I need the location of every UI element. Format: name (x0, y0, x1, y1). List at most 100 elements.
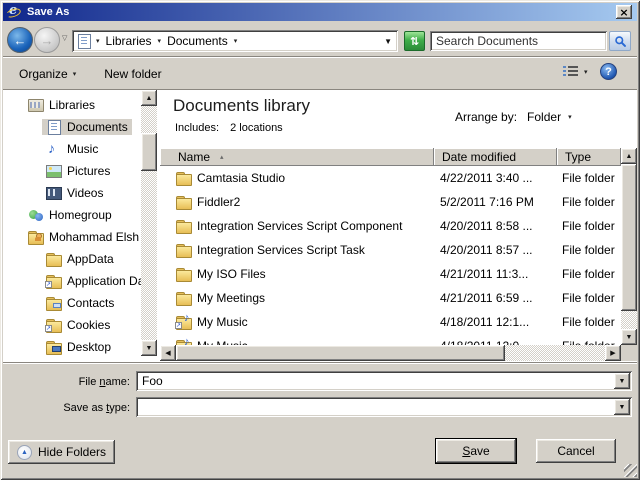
file-row[interactable]: ♪ My Music 4/18/2011 12:1... File folder (160, 310, 621, 334)
videos-icon (46, 186, 62, 200)
new-folder-button[interactable]: New folder (96, 63, 169, 85)
file-name: My Meetings (197, 291, 266, 305)
column-header-date-modified[interactable]: Date modified (434, 148, 557, 166)
scrollbar-thumb[interactable] (621, 164, 637, 311)
help-button[interactable]: ? (600, 63, 617, 80)
includes-label: Includes: (175, 122, 220, 134)
file-row[interactable]: My Meetings 4/21/2011 6:59 ... File fold… (160, 286, 621, 310)
file-row[interactable]: Integration Services Script Component 4/… (160, 214, 621, 238)
sidebar-item-label: Desktop (67, 340, 112, 354)
sidebar-item-contacts[interactable]: Contacts (3, 292, 141, 314)
sidebar-item-homegroup[interactable]: Homegroup (3, 204, 141, 226)
refresh-button[interactable]: ⇅ (404, 31, 425, 51)
file-row[interactable]: Integration Services Script Task 4/20/20… (160, 238, 621, 262)
back-button[interactable]: ← (7, 27, 33, 53)
sidebar-item-music[interactable]: Music (3, 138, 141, 160)
file-row[interactable]: Camtasia Studio 4/22/2011 3:40 ... File … (160, 166, 621, 190)
search-input[interactable] (430, 31, 607, 51)
contacts-folder-icon (46, 296, 62, 311)
folder-icon (176, 267, 192, 282)
recent-pages-chevron-icon[interactable]: ▽ (62, 34, 67, 42)
sidebar-item-label: Mohammad Elsh (49, 230, 140, 244)
hide-folders-button[interactable]: ▲ Hide Folders (8, 440, 115, 464)
column-header-type[interactable]: Type (557, 148, 621, 166)
address-dropdown-icon[interactable]: ▼ (384, 37, 394, 46)
sidebar-item-appdata[interactable]: AppData (3, 248, 141, 270)
sidebar-item-label: Pictures (67, 164, 111, 178)
file-type: File folder (562, 171, 615, 185)
address-bar[interactable]: ▾ Libraries ▾ Documents ▾ ▼ (72, 30, 398, 52)
sidebar-scrollbar[interactable]: ▲ ▼ (141, 90, 157, 356)
close-button[interactable]: × (616, 5, 632, 19)
sidebar-item-cookies[interactable]: Cookies (3, 314, 141, 336)
sidebar-item-application-data[interactable]: Application Da (3, 270, 141, 292)
folder-icon (176, 171, 192, 186)
breadcrumb-documents[interactable]: Documents (165, 34, 230, 48)
file-type: File folder (562, 315, 615, 329)
scroll-right-button[interactable]: ▶ (605, 345, 621, 361)
sidebar-item-desktop[interactable]: Desktop (3, 336, 141, 358)
arrange-by-button[interactable]: Folder ▾ (527, 110, 572, 124)
scroll-down-button[interactable]: ▼ (621, 329, 637, 345)
cancel-label: Cancel (557, 444, 595, 458)
sidebar-item-pictures[interactable]: Pictures (3, 160, 141, 182)
sidebar-item-label: Homegroup (49, 208, 112, 222)
resize-grip[interactable] (624, 464, 637, 477)
arrange-by-value: Folder (527, 110, 562, 124)
libraries-icon (28, 98, 44, 112)
sidebar-item-videos[interactable]: Videos (3, 182, 141, 204)
folder-tree: Libraries Documents Music Pictures Video… (3, 90, 141, 362)
save-as-type-dropdown-button[interactable]: ▼ (614, 399, 630, 415)
scroll-left-button[interactable]: ◀ (160, 345, 176, 361)
file-name-dropdown-button[interactable]: ▼ (614, 373, 630, 389)
save-button[interactable]: Save (435, 438, 517, 464)
document-icon (46, 120, 62, 135)
file-name-input[interactable] (138, 373, 610, 389)
search-box (430, 31, 607, 51)
title-bar[interactable]: Save As (3, 3, 637, 21)
file-name-label: File name: (35, 376, 130, 388)
scroll-down-button[interactable]: ▼ (141, 340, 157, 356)
desktop-folder-icon (46, 340, 62, 355)
file-name: Integration Services Script Component (197, 219, 403, 233)
file-date: 4/22/2011 3:40 ... (440, 171, 533, 185)
sidebar-item-libraries[interactable]: Libraries (3, 94, 141, 116)
save-as-type-combo: ▼ (136, 397, 632, 417)
scroll-up-button[interactable]: ▲ (141, 90, 157, 106)
column-header-name[interactable]: Name ▴ (160, 148, 434, 166)
save-as-type-input[interactable] (138, 399, 610, 415)
file-row[interactable]: My ISO Files 4/21/2011 11:3... File fold… (160, 262, 621, 286)
scrollbar-thumb[interactable] (176, 345, 505, 361)
new-folder-label: New folder (104, 66, 162, 81)
cancel-button[interactable]: Cancel (536, 439, 616, 463)
arrange-by-label: Arrange by: (455, 110, 518, 124)
hide-folders-label: Hide Folders (37, 445, 107, 459)
breadcrumb-libraries[interactable]: Libraries (104, 34, 154, 48)
includes-line: Includes: 2 locations (175, 122, 283, 134)
label-text: Save as (63, 402, 107, 414)
chevron-down-icon[interactable]: ▾ (158, 37, 162, 45)
organize-button[interactable]: Organize ▾ (11, 63, 84, 85)
pictures-icon (46, 164, 62, 178)
scrollbar-thumb[interactable] (141, 133, 157, 171)
search-button[interactable] (609, 31, 631, 51)
folder-icon (176, 195, 192, 210)
sidebar-item-documents[interactable]: Documents (3, 116, 141, 138)
scroll-up-button[interactable]: ▲ (621, 148, 637, 164)
save-as-dialog: Save As × ← → ▽ ▾ Libraries ▾ Documents … (0, 0, 640, 480)
views-icon (563, 66, 578, 76)
sidebar-item-label: Videos (67, 186, 104, 200)
file-row[interactable]: Fiddler2 5/2/2011 7:16 PM File folder (160, 190, 621, 214)
chevron-down-icon[interactable]: ▾ (234, 37, 238, 45)
sidebar-item-user[interactable]: Mohammad Elsh (3, 226, 141, 248)
file-row[interactable]: ♪ My Music 4/18/2011 12:0... File folder (160, 334, 621, 345)
list-horizontal-scrollbar[interactable]: ◀ ▶ (160, 345, 621, 361)
change-view-button[interactable]: ▾ (562, 65, 588, 78)
file-list: Camtasia Studio 4/22/2011 3:40 ... File … (160, 166, 621, 345)
list-vertical-scrollbar[interactable]: ▲ ▼ (621, 148, 637, 345)
search-icon (614, 35, 626, 47)
includes-value[interactable]: 2 locations (230, 122, 283, 134)
forward-button[interactable]: → (34, 27, 60, 53)
sidebar-item-label: Cookies (67, 318, 111, 332)
chevron-down-icon[interactable]: ▾ (96, 37, 100, 45)
